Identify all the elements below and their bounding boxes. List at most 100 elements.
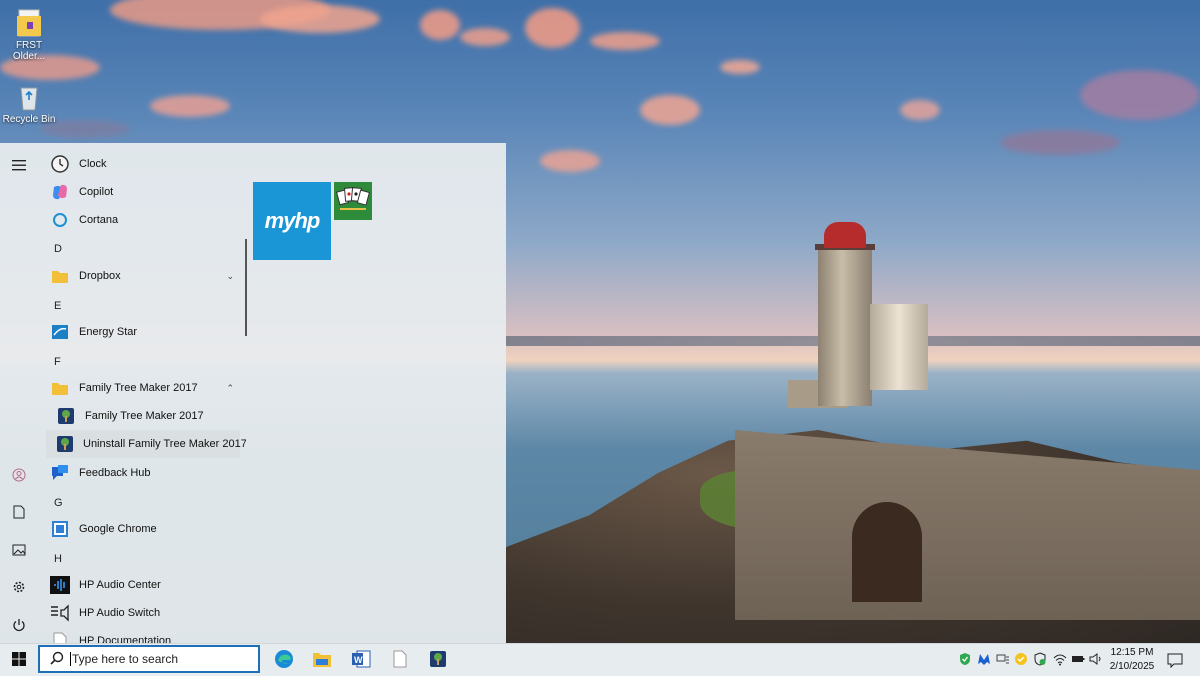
taskbar-clock[interactable]: 12:15 PM 2/10/2025: [1102, 646, 1162, 674]
document-icon: [50, 631, 70, 643]
letter-header-h[interactable]: H: [54, 553, 62, 565]
app-google-chrome[interactable]: Google Chrome: [46, 515, 240, 543]
copilot-icon: [50, 182, 70, 202]
letter-header-e[interactable]: E: [54, 300, 61, 312]
hp-audio-center-icon: [50, 575, 70, 595]
chevron-up-icon[interactable]: ⌃: [226, 383, 234, 394]
documents-icon[interactable]: [5, 498, 33, 526]
taskbar-search-box[interactable]: Type here to search: [38, 645, 260, 673]
app-hp-audio-switch[interactable]: HP Audio Switch: [46, 599, 240, 627]
tile-myhp[interactable]: myhp: [253, 182, 331, 260]
text-caret: [70, 652, 71, 666]
app-label: Copilot: [79, 186, 114, 198]
clock-time: 12:15 PM: [1110, 647, 1154, 658]
desktop-icon-frst-folder[interactable]: FRST Older...: [0, 8, 58, 62]
recycle-bin-icon: [15, 82, 43, 112]
app-label: Feedback Hub: [79, 467, 151, 479]
notepad-icon: [392, 650, 408, 671]
myhp-logo-text: myhp: [264, 208, 321, 233]
volume-icon[interactable]: [1089, 652, 1103, 666]
taskbar-family-tree-maker[interactable]: [425, 647, 451, 673]
desktop-icon-label: Recycle Bin: [2, 114, 56, 125]
app-hp-documentation[interactable]: HP Documentation: [46, 627, 240, 643]
app-label: Family Tree Maker 2017: [79, 382, 198, 394]
windows-start-button[interactable]: [4, 646, 34, 674]
app-label: Family Tree Maker 2017: [85, 410, 204, 422]
feedback-hub-icon: [50, 463, 70, 483]
taskbar: Type here to search W 12:15 PM 2/10/2025: [0, 643, 1200, 676]
energy-star-icon: [50, 322, 70, 342]
family-tree-maker-icon: [56, 434, 74, 454]
word-icon: W: [351, 650, 371, 671]
solitaire-cards-icon: [335, 185, 370, 218]
desktop-icon-label: FRST Older...: [12, 40, 46, 62]
file-explorer-icon: [312, 650, 332, 671]
bridge-arch: [852, 502, 922, 602]
app-list: Clock Copilot Cortana D Dropbox ⌄ E Ener…: [46, 143, 246, 643]
desktop-icon-recycle-bin[interactable]: Recycle Bin: [0, 82, 58, 125]
clock-icon: [50, 154, 70, 174]
app-dropbox-folder[interactable]: Dropbox ⌄: [46, 262, 240, 290]
taskbar-edge[interactable]: [271, 647, 297, 673]
power-icon[interactable]: [5, 611, 33, 639]
app-label: Google Chrome: [79, 523, 157, 535]
user-icon[interactable]: [5, 461, 33, 489]
folder-icon: [50, 266, 70, 286]
pictures-icon[interactable]: [5, 536, 33, 564]
letter-header-f[interactable]: F: [54, 356, 61, 368]
malwarebytes-icon[interactable]: [977, 652, 991, 666]
letter-header-d[interactable]: D: [54, 243, 62, 255]
app-feedback-hub[interactable]: Feedback Hub: [46, 459, 240, 487]
app-cortana[interactable]: Cortana: [46, 206, 240, 234]
folder-icon: [50, 378, 70, 398]
app-copilot[interactable]: Copilot: [46, 178, 240, 206]
app-family-tree-maker-folder[interactable]: Family Tree Maker 2017 ⌃: [46, 374, 240, 402]
lighthouse-lantern: [824, 222, 866, 248]
chevron-down-icon[interactable]: ⌄: [226, 271, 234, 282]
app-label: Clock: [79, 158, 107, 170]
app-uninstall-family-tree-maker[interactable]: Uninstall Family Tree Maker 2017: [46, 430, 246, 458]
taskbar-word[interactable]: W: [348, 647, 374, 673]
app-label: Dropbox: [79, 270, 121, 282]
app-label: HP Audio Center: [79, 579, 161, 591]
app-label: Uninstall Family Tree Maker 2017: [83, 438, 246, 450]
clock-date: 2/10/2025: [1109, 661, 1155, 672]
app-label: Cortana: [79, 214, 119, 226]
app-energy-star[interactable]: Energy Star: [46, 318, 240, 346]
family-tree-maker-icon: [56, 406, 76, 426]
edge-icon: [274, 649, 294, 672]
hamburger-menu-icon[interactable]: [5, 151, 33, 179]
svg-text:W: W: [354, 655, 363, 665]
tile-solitaire[interactable]: [334, 182, 372, 220]
hp-audio-switch-icon: [50, 603, 70, 623]
defender-icon[interactable]: [1033, 652, 1047, 666]
security-shield-icon[interactable]: [958, 652, 972, 666]
search-placeholder[interactable]: Type here to search: [72, 652, 178, 666]
start-rail: [0, 143, 38, 643]
family-tree-maker-icon: [429, 650, 447, 671]
display-icon[interactable]: [996, 652, 1010, 666]
app-hp-audio-center[interactable]: HP Audio Center: [46, 571, 240, 599]
search-icon: [50, 651, 64, 668]
notifications-icon[interactable]: [1164, 650, 1186, 670]
app-family-tree-maker[interactable]: Family Tree Maker 2017: [46, 402, 240, 430]
folder-icon: [15, 8, 43, 38]
taskbar-notepad[interactable]: [387, 647, 413, 673]
settings-gear-icon[interactable]: [5, 573, 33, 601]
windows-logo-icon: [12, 651, 26, 669]
letter-header-g[interactable]: G: [54, 497, 63, 509]
app-label: HP Documentation: [79, 635, 172, 643]
app-label: HP Audio Switch: [79, 607, 161, 619]
wifi-icon[interactable]: [1053, 652, 1067, 666]
taskbar-file-explorer[interactable]: [309, 647, 335, 673]
battery-icon[interactable]: [1071, 652, 1085, 666]
norton-icon[interactable]: [1014, 652, 1028, 666]
app-clock[interactable]: Clock: [46, 150, 240, 178]
cortana-icon: [50, 210, 70, 230]
lighthouse-tower: [818, 244, 872, 406]
secondary-tower: [870, 304, 928, 390]
app-list-scrollbar[interactable]: [245, 239, 247, 336]
stone-bridge: [735, 430, 1200, 620]
start-menu: Clock Copilot Cortana D Dropbox ⌄ E Ener…: [0, 143, 506, 643]
app-label: Energy Star: [79, 326, 138, 338]
